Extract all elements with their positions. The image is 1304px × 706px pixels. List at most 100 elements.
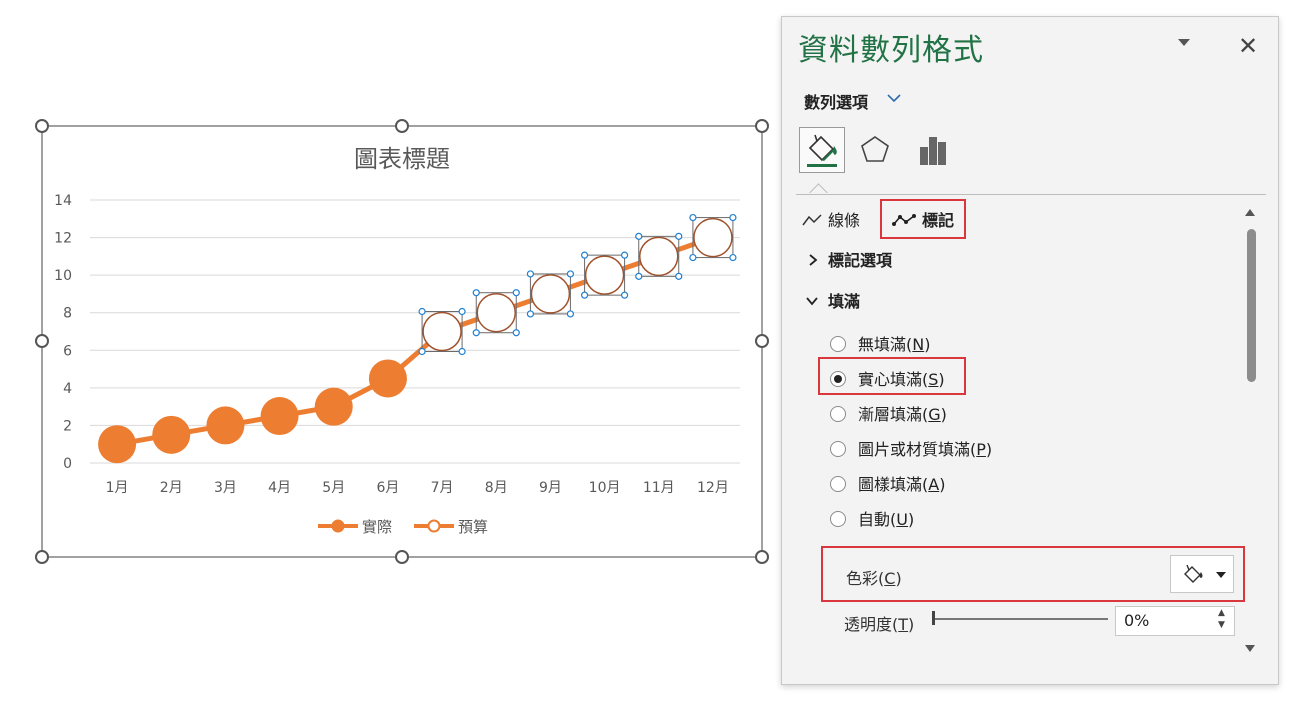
radio-gradient-fill[interactable]: 漸層填滿(G) <box>830 404 947 426</box>
point-selection-handle[interactable] <box>620 251 629 259</box>
legend-marker <box>427 519 441 533</box>
data-point[interactable] <box>422 311 462 352</box>
data-point[interactable] <box>693 217 733 258</box>
point-selection-handle[interactable] <box>418 347 426 356</box>
x-tick-label: 6月 <box>376 480 399 496</box>
highlight-box <box>821 546 1245 602</box>
scroll-up-icon[interactable] <box>1245 209 1255 216</box>
radio-no-fill[interactable]: 無填滿(N) <box>830 334 930 356</box>
x-tick-label: 4月 <box>268 480 291 496</box>
series-options-dropdown[interactable]: 數列選項 <box>804 89 868 113</box>
marker-options-label: 標記選項 <box>828 251 893 270</box>
data-point[interactable] <box>152 415 191 454</box>
radio-pattern-fill[interactable]: 圖樣填滿(A) <box>830 474 945 496</box>
legend-label: 預算 <box>458 518 488 536</box>
point-selection-handle[interactable] <box>620 291 629 299</box>
fill-section-label: 填滿 <box>828 292 861 311</box>
x-tick-label: 9月 <box>539 480 562 496</box>
data-point[interactable] <box>639 236 679 277</box>
y-tick-label: 14 <box>54 193 72 209</box>
spinner-icon[interactable]: ▲ ▼ <box>1218 607 1225 631</box>
scroll-down-icon[interactable] <box>1245 645 1255 652</box>
x-tick-label: 5月 <box>322 480 345 496</box>
data-point[interactable] <box>530 274 571 314</box>
legend-label: 實際 <box>362 518 392 536</box>
point-selection-handle[interactable] <box>526 270 535 278</box>
chart-resize-handle[interactable] <box>35 119 49 133</box>
transparency-input[interactable]: 0% <box>1115 606 1235 636</box>
point-selection-handle[interactable] <box>472 329 480 337</box>
point-selection-handle[interactable] <box>418 307 426 316</box>
data-point[interactable] <box>476 292 516 333</box>
point-selection-handle[interactable] <box>635 272 643 280</box>
data-point[interactable] <box>206 406 245 445</box>
highlight-box <box>880 199 966 239</box>
chevron-down-icon[interactable] <box>886 89 902 108</box>
point-selection-handle[interactable] <box>512 289 520 297</box>
transparency-slider-thumb[interactable] <box>932 611 935 625</box>
point-selection-handle[interactable] <box>458 307 466 316</box>
chart-resize-handle[interactable] <box>755 334 769 348</box>
data-point[interactable] <box>314 387 353 426</box>
legend-marker <box>331 519 345 533</box>
point-selection-handle[interactable] <box>635 232 643 240</box>
tab-indicator <box>809 183 828 202</box>
point-selection-handle[interactable] <box>580 291 589 299</box>
y-tick-label: 4 <box>63 381 72 397</box>
fill-section[interactable]: 填滿 <box>806 288 860 312</box>
tab-line-label: 線條 <box>828 211 861 230</box>
radio-picture-fill[interactable]: 圖片或材質填滿(P) <box>830 439 992 461</box>
chart-resize-handle[interactable] <box>395 550 409 564</box>
chart-title[interactable]: 圖表標題 <box>354 145 450 173</box>
chevron-right-icon <box>809 254 818 266</box>
highlight-box <box>818 357 966 395</box>
y-tick-label: 6 <box>63 343 72 359</box>
chart-resize-handle[interactable] <box>755 550 769 564</box>
effects-icon[interactable] <box>852 127 898 173</box>
point-selection-handle[interactable] <box>729 213 737 222</box>
y-tick-label: 8 <box>63 306 72 322</box>
chevron-down-icon <box>806 297 818 306</box>
line-icon <box>802 214 822 226</box>
point-selection-handle[interactable] <box>689 213 697 222</box>
chart-resize-handle[interactable] <box>35 550 49 564</box>
y-tick-label: 2 <box>63 418 72 434</box>
x-tick-label: 11月 <box>643 480 675 496</box>
chart-resize-handle[interactable] <box>395 119 409 133</box>
point-selection-handle[interactable] <box>675 232 683 240</box>
point-selection-handle[interactable] <box>566 270 575 278</box>
x-tick-label: 1月 <box>106 480 129 496</box>
point-selection-handle[interactable] <box>472 289 480 297</box>
data-point[interactable] <box>368 359 407 398</box>
transparency-label: 透明度(T) <box>844 615 915 634</box>
point-selection-handle[interactable] <box>566 310 575 318</box>
pane-options-dropdown-icon[interactable] <box>1178 39 1190 46</box>
tab-line[interactable]: 線條 <box>802 207 860 231</box>
point-selection-handle[interactable] <box>512 329 520 337</box>
format-data-series-pane: 資料數列格式 ✕ 數列選項 線條 標記 標記選項 填滿 無填滿(N) 實心填滿(… <box>781 16 1279 685</box>
point-selection-handle[interactable] <box>458 347 466 356</box>
y-tick-label: 12 <box>54 231 72 247</box>
transparency-slider[interactable] <box>934 618 1108 620</box>
scrollbar-thumb[interactable] <box>1247 229 1256 382</box>
point-selection-handle[interactable] <box>675 272 683 280</box>
radio-automatic[interactable]: 自動(U) <box>830 509 914 531</box>
series-options-icon[interactable] <box>910 127 956 173</box>
close-icon[interactable]: ✕ <box>1238 31 1258 61</box>
pane-title: 資料數列格式 <box>798 33 984 68</box>
data-point[interactable] <box>98 425 137 464</box>
chart-resize-handle[interactable] <box>755 119 769 133</box>
point-selection-handle[interactable] <box>689 253 697 262</box>
chart-resize-handle[interactable] <box>35 334 49 348</box>
x-tick-label: 12月 <box>697 480 729 496</box>
data-point[interactable] <box>260 397 299 436</box>
divider <box>796 194 1266 195</box>
point-selection-handle[interactable] <box>729 253 737 262</box>
point-selection-handle[interactable] <box>580 251 589 259</box>
point-selection-handle[interactable] <box>526 310 535 318</box>
fill-line-icon[interactable] <box>799 127 845 173</box>
marker-options-section[interactable]: 標記選項 <box>808 247 892 271</box>
x-tick-label: 10月 <box>589 480 621 496</box>
data-point[interactable] <box>584 255 625 295</box>
chart[interactable]: 圖表標題 0 2 4 6 8 10 12 14 1月 2月 3月 4月 5月 6月 7月 8月 9月 10月 11… <box>0 0 780 706</box>
